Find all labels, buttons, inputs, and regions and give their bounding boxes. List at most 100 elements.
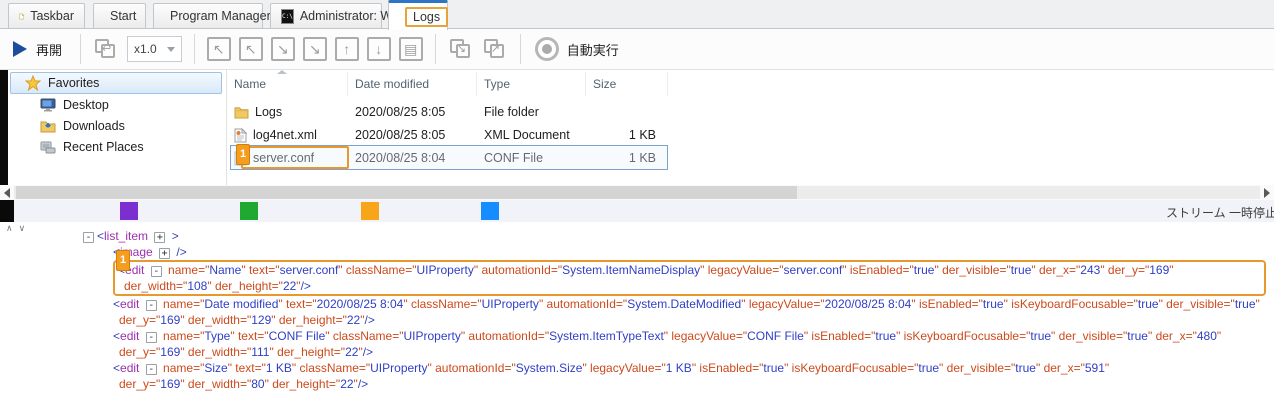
tab-taskbar[interactable]: Taskbar — [8, 3, 85, 28]
arrow-up-left-button[interactable]: ↖ — [239, 37, 263, 61]
page-icon — [19, 9, 24, 24]
document-button[interactable]: ▤ — [399, 37, 423, 61]
sidebar-item-label: Downloads — [63, 119, 125, 133]
toolbar-separator — [194, 34, 195, 64]
file-list: Name Date modified Type Size Logs 2020/0… — [227, 70, 1274, 185]
column-header-date-modified[interactable]: Date modified — [348, 72, 477, 96]
tab-label-highlight: Logs — [405, 7, 448, 27]
app-window: Taskbar Start Program Manager C:\ Admini… — [0, 0, 1274, 401]
file-explorer: Favorites Desktop Downloads Recent Place… — [0, 70, 1274, 185]
xml-node-edit[interactable]: <edit - name="Size" text="1 KB" classNam… — [113, 360, 1274, 392]
sidebar-item-desktop[interactable]: Desktop — [8, 94, 226, 115]
explorer-sidebar: Favorites Desktop Downloads Recent Place… — [8, 70, 227, 185]
file-type: XML Document — [477, 128, 586, 142]
auto-run-toggle[interactable]: 自動実行 — [535, 37, 619, 61]
sidebar-item-label: Desktop — [63, 98, 109, 112]
file-row-server-conf[interactable]: server.conf 2020/08/25 8:04 CONF File 1 … — [227, 147, 668, 169]
arrow-down-right-capture-button[interactable]: ↘ — [303, 37, 327, 61]
xml-node-list_item[interactable]: -<list_item + > — [80, 228, 1274, 244]
collapse-toggle-icon[interactable]: - — [146, 332, 157, 343]
downloads-icon — [40, 119, 56, 133]
arrow-down-right-icon: ↘ — [277, 41, 289, 58]
file-date: 2020/08/25 8:05 — [348, 105, 477, 119]
sidebar-item-downloads[interactable]: Downloads — [8, 115, 226, 136]
screen-edge — [0, 70, 8, 185]
stream-marker[interactable] — [120, 202, 138, 220]
column-header-size[interactable]: Size — [586, 72, 668, 96]
stream-marker[interactable] — [361, 202, 379, 220]
xml-node-image[interactable]: <image + /> — [113, 244, 1274, 260]
xml-node-edit[interactable]: <edit - name="Name" text="server.conf" c… — [113, 260, 1266, 296]
document-icon: ▤ — [404, 41, 417, 58]
collapse-toggle-icon[interactable]: - — [83, 232, 94, 243]
xml-tree: ∧∨ -<list_item + ><image + /><edit - nam… — [0, 222, 1274, 401]
tab-program-manager[interactable]: Program Manager — [153, 3, 263, 28]
collapse-toggle-icon[interactable]: - — [151, 266, 162, 277]
file-size: 1 KB — [586, 151, 668, 165]
sidebar-item-favorites[interactable]: Favorites — [10, 72, 222, 94]
horizontal-scrollbar[interactable] — [0, 185, 1274, 200]
tab-administrator[interactable]: C:\ Administrator: W... — [270, 3, 382, 28]
scrollbar-thumb[interactable] — [16, 186, 797, 199]
tab-label: Taskbar — [30, 9, 74, 23]
stream-status-label: ストリーム 一時停止 — [1166, 204, 1274, 221]
copy-page-back-button[interactable]: ↗ — [482, 37, 508, 61]
play-icon — [13, 41, 27, 57]
sort-indicator-icon — [277, 70, 287, 74]
collapse-toggle-icon[interactable]: - — [146, 300, 157, 311]
scroll-down-icon[interactable]: ∨ — [19, 223, 32, 233]
scroll-left-icon[interactable] — [4, 188, 10, 198]
xml-node-edit[interactable]: <edit - name="Type" text="CONF File" cla… — [113, 328, 1274, 360]
record-circle-icon — [535, 37, 559, 61]
xml-tree-nodes: -<list_item + ><image + /><edit - name="… — [0, 228, 1274, 392]
toolbar: 再開 ↩ x1.0 ↖ ↖ ↘ ↘ ↑ ↓ ▤ ↘ ↗ — [0, 29, 1274, 70]
stream-marker[interactable] — [481, 202, 499, 220]
zoom-select[interactable]: x1.0 — [127, 36, 182, 62]
sidebar-item-label: Favorites — [48, 76, 99, 90]
column-header-type[interactable]: Type — [477, 72, 586, 96]
collapse-toggle-icon[interactable]: - — [146, 364, 157, 375]
arrow-up-left-icon: ↖ — [245, 41, 257, 58]
column-header-name[interactable]: Name — [227, 72, 348, 96]
expand-toggle-icon[interactable]: + — [154, 232, 165, 243]
arrow-down-right-button[interactable]: ↘ — [271, 37, 295, 61]
copy-page-forward-button[interactable]: ↘ — [448, 37, 474, 61]
arrow-down-icon: ↓ — [375, 41, 382, 57]
file-name: server.conf — [253, 151, 314, 165]
arrow-icon: ↗ — [491, 42, 500, 55]
chevron-down-icon — [167, 47, 175, 52]
tab-bar: Taskbar Start Program Manager C:\ Admini… — [0, 0, 1274, 29]
toolbar-separator — [80, 34, 81, 64]
tab-logs[interactable]: Logs — [388, 0, 448, 30]
toolbar-separator — [435, 34, 436, 64]
xml-node-edit[interactable]: <edit - name="Date modified" text="2020/… — [113, 296, 1274, 328]
tab-label: Administrator: W... — [300, 9, 402, 23]
inspect-badge: 1 — [116, 250, 130, 271]
scroll-up-icon[interactable]: ∧ — [6, 223, 19, 233]
auto-run-label: 自動実行 — [567, 40, 619, 59]
file-name: Logs — [255, 105, 282, 119]
tab-label: Start — [110, 9, 136, 23]
stream-marker[interactable] — [240, 202, 258, 220]
capture-page-button[interactable]: ↩ — [93, 37, 119, 61]
return-arrow-icon: ↩ — [102, 42, 111, 55]
cmd-icon: C:\ — [281, 9, 294, 24]
sidebar-item-recent-places[interactable]: Recent Places — [8, 136, 226, 157]
file-date: 2020/08/25 8:04 — [348, 151, 477, 165]
arrow-up-icon: ↑ — [343, 41, 350, 57]
file-icon — [234, 151, 247, 166]
arrow-down-right-icon: ↘ — [309, 41, 321, 58]
expand-toggle-icon[interactable]: + — [159, 248, 170, 259]
desktop-icon — [40, 98, 56, 112]
file-row-log4net[interactable]: log4net.xml 2020/08/25 8:05 XML Document… — [227, 124, 668, 146]
scroll-right-icon[interactable] — [1264, 188, 1270, 198]
tab-start[interactable]: Start — [93, 3, 146, 28]
file-name: log4net.xml — [253, 128, 317, 142]
resume-button[interactable]: 再開 — [13, 40, 62, 59]
tab-label: Program Manager — [170, 9, 271, 23]
arrow-down-button[interactable]: ↓ — [367, 37, 391, 61]
stream-marker[interactable] — [0, 200, 14, 222]
file-row-logs[interactable]: Logs 2020/08/25 8:05 File folder — [227, 101, 668, 123]
arrow-up-left-capture-button[interactable]: ↖ — [207, 37, 231, 61]
arrow-up-button[interactable]: ↑ — [335, 37, 359, 61]
